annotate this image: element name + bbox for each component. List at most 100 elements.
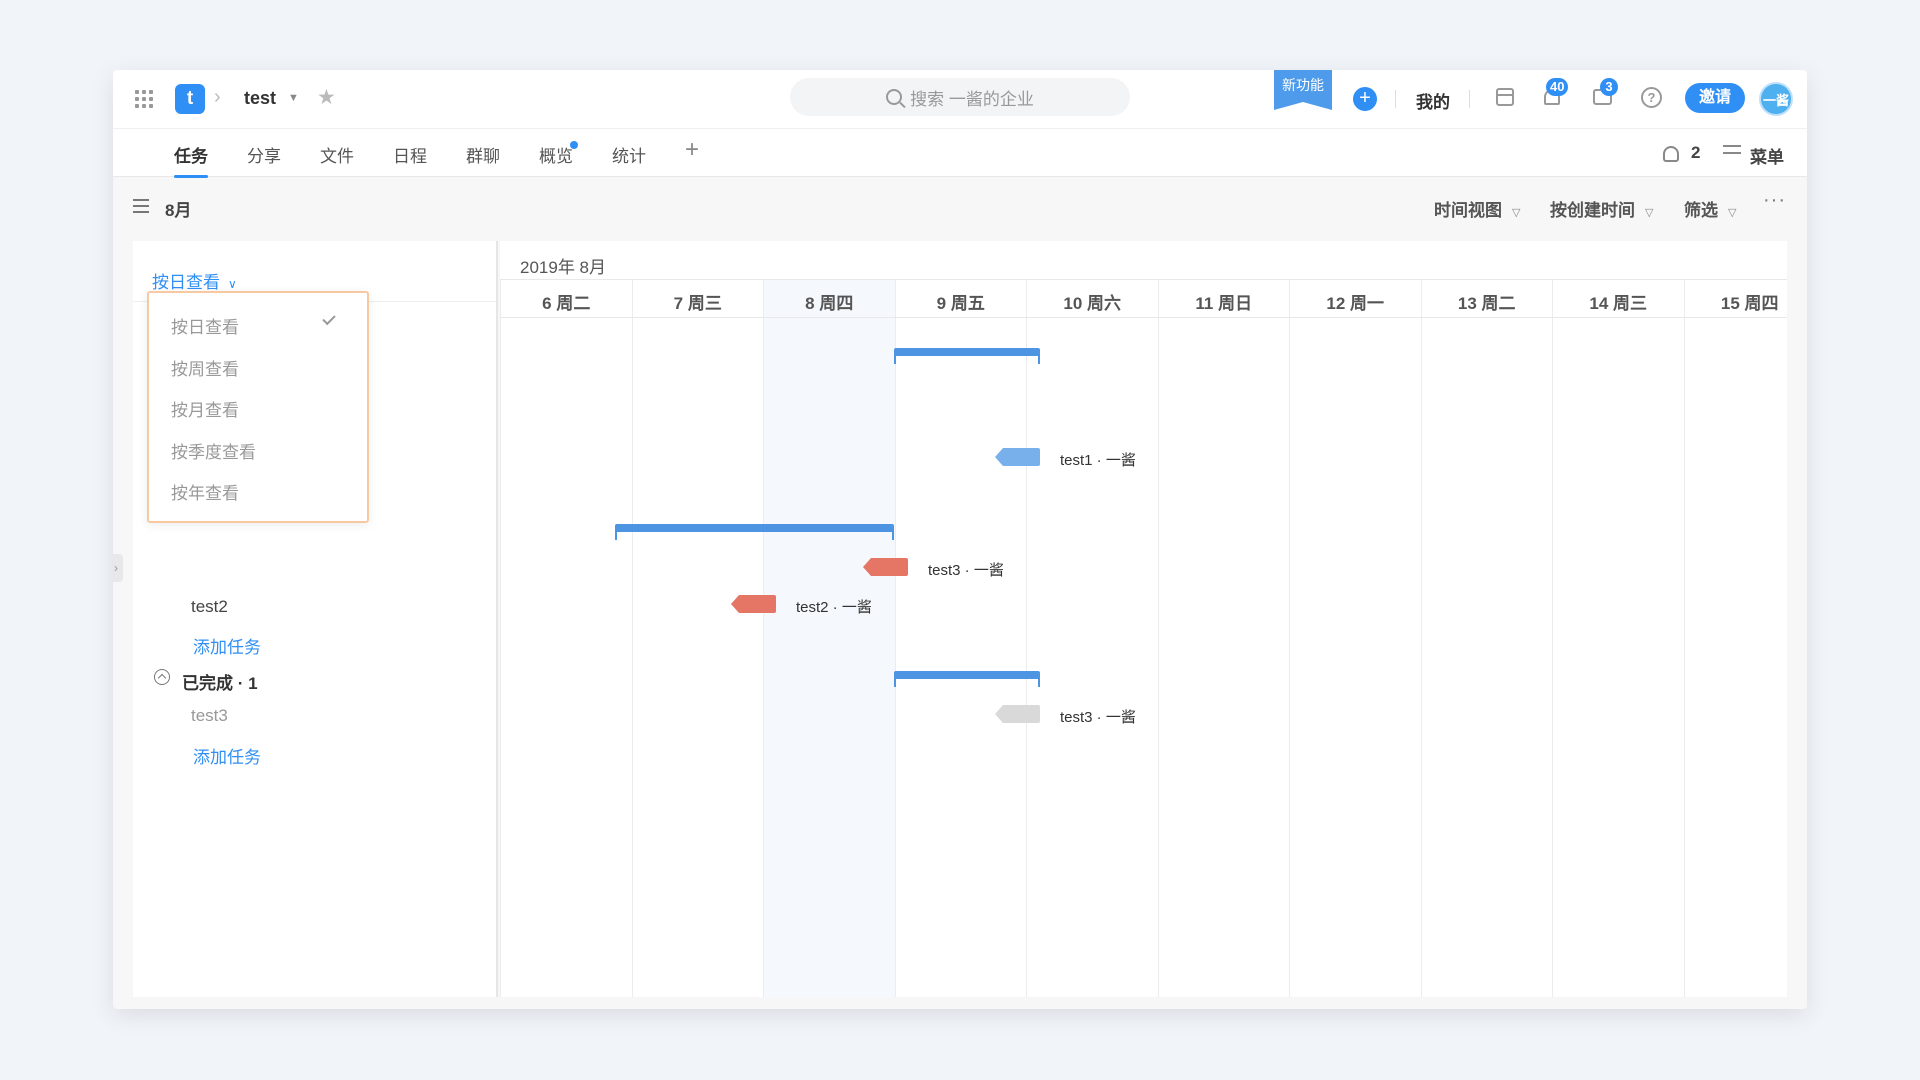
tab-overview[interactable]: 概览 [539,142,573,167]
day-column: 9 周五 [894,279,1027,997]
gantt-chart: 2019年 8月 6 周二 7 周三 8 周四 9 周五 10 周六 11 周日… [500,241,1787,997]
notification-badge: 40 [1546,78,1569,96]
time-view-label: 时间视图 [1434,201,1502,220]
day-column: 6 周二 [500,279,632,997]
day-column: 14 周三 [1552,279,1684,997]
calendar-icon[interactable] [1496,88,1514,106]
new-feature-ribbon[interactable]: 新功能 [1274,70,1332,110]
invite-button[interactable]: 邀请 [1685,83,1745,113]
tab-bar: 任务 分享 文件 日程 群聊 概览 统计 + 2 菜单 [113,128,1807,178]
chevron-down-icon: ▽ [1728,207,1737,219]
divider [500,317,1787,318]
app-window: t › test ▼ ★ 搜索 一酱的企业 新功能 + 我的 40 3 ? 邀请… [113,70,1807,1009]
view-option-week[interactable]: 按周查看 [171,355,239,380]
view-mode-toggle[interactable]: 按日查看 ∨ [152,268,237,293]
overview-dot [570,141,578,149]
day-label: 9 周五 [936,294,985,313]
filter-dropdown[interactable]: 筛选 ▽ [1684,196,1736,221]
app-logo[interactable]: t [175,84,205,114]
create-button[interactable]: + [1353,87,1377,111]
time-view-dropdown[interactable]: 时间视图 ▽ [1434,196,1520,221]
chevron-down-icon: ▽ [1645,207,1654,219]
day-label: 13 周二 [1457,294,1516,313]
day-column: 12 周一 [1289,279,1421,997]
caret-down-icon[interactable]: ▼ [288,92,299,104]
group-span-bar[interactable] [894,348,1040,364]
task-item-test2[interactable]: test2 [191,597,228,617]
help-icon[interactable]: ? [1641,87,1662,108]
day-label: 11 周日 [1195,294,1253,313]
month-label: 8月 [165,201,192,220]
view-mode-label: 按日查看 [152,273,220,292]
task-bar-test3-done[interactable] [995,705,1040,723]
add-task-button[interactable]: 添加任务 [193,743,261,768]
breadcrumb-chevron-icon: › [214,86,221,108]
task-bar-label: test3 · 一酱 [928,562,1004,579]
view-option-day[interactable]: 按日查看 [171,313,239,338]
task-bar-label: test2 · 一酱 [796,599,872,616]
avatar[interactable]: 一酱 [1759,82,1793,116]
sort-label: 按创建时间 [1550,201,1635,220]
group-span-bar[interactable] [615,524,894,540]
day-label: 8 周四 [805,294,854,313]
day-column: 13 周二 [1420,279,1553,997]
view-option-quarter[interactable]: 按季度查看 [171,438,256,463]
day-column-today: 8 周四 [763,279,895,997]
divider [500,279,1787,280]
day-label: 15 周四 [1720,294,1779,313]
member-count[interactable]: 2 [1691,143,1700,163]
add-tab-icon[interactable]: + [685,136,699,164]
tab-files[interactable]: 文件 [320,142,354,167]
day-label: 7 周三 [673,294,722,313]
mine-link[interactable]: 我的 [1416,88,1450,113]
check-icon [322,311,336,326]
task-list-panel: 按日查看 ∨ test2 添加任务 已完成 · 1 test3 添加任务 按日查看… [133,241,498,997]
search-placeholder: 搜索 一酱的企业 [910,89,1034,109]
members-icon[interactable] [1663,146,1679,162]
apps-grid-icon[interactable] [135,90,153,108]
view-option-year[interactable]: 按年查看 [171,479,239,504]
message-badge: 3 [1600,78,1618,96]
project-title[interactable]: test [244,88,276,109]
day-column: 11 周日 [1157,279,1290,997]
top-bar: t › test ▼ ★ 搜索 一酱的企业 新功能 + 我的 40 3 ? 邀请… [113,70,1807,128]
day-label: 12 周一 [1326,294,1385,313]
collapse-icon[interactable] [154,669,170,685]
tab-share[interactable]: 分享 [247,142,281,167]
chevron-down-icon: ∨ [228,277,237,291]
tab-group-chat[interactable]: 群聊 [466,142,500,167]
gantt-month-label: 2019年 8月 [520,258,606,277]
toolbar: 8月 时间视图 ▽ 按创建时间 ▽ 筛选 ▽ ··· [113,177,1807,235]
completed-group-title[interactable]: 已完成 · 1 [182,669,258,694]
more-icon[interactable]: ··· [1763,189,1786,212]
star-icon[interactable]: ★ [317,85,336,110]
day-column: 10 周六 [1026,279,1158,997]
chevron-down-icon: ▽ [1512,207,1521,219]
view-option-month[interactable]: 按月查看 [171,396,239,421]
add-task-button[interactable]: 添加任务 [193,633,261,658]
tab-stats[interactable]: 统计 [612,142,646,167]
search-input[interactable]: 搜索 一酱的企业 [790,78,1130,116]
hamburger-icon[interactable] [133,199,149,213]
sort-dropdown[interactable]: 按创建时间 ▽ [1550,196,1653,221]
task-bar-label: test1 · 一酱 [1060,452,1136,469]
task-bar-test2[interactable] [731,595,776,613]
day-label: 10 周六 [1063,294,1122,313]
tab-schedule[interactable]: 日程 [393,142,427,167]
task-item-test3[interactable]: test3 [191,706,228,726]
day-column: 15 周四 [1683,279,1808,997]
day-label: 6 周二 [542,294,591,313]
task-bar-test1[interactable] [995,448,1040,466]
tab-tasks[interactable]: 任务 [174,142,208,167]
task-bar-test3[interactable] [863,558,908,576]
divider [1469,90,1470,108]
search-icon [886,89,903,105]
view-mode-dropdown: 按日查看 按周查看 按月查看 按季度查看 按年查看 [147,291,369,523]
sliders-icon[interactable] [1723,145,1741,161]
group-span-bar[interactable] [894,671,1040,687]
divider [1395,90,1396,108]
day-label: 14 周三 [1589,294,1648,313]
menu-button[interactable]: 菜单 [1750,143,1784,168]
filter-label: 筛选 [1684,201,1718,220]
collapse-panel-handle[interactable]: › [113,554,123,582]
